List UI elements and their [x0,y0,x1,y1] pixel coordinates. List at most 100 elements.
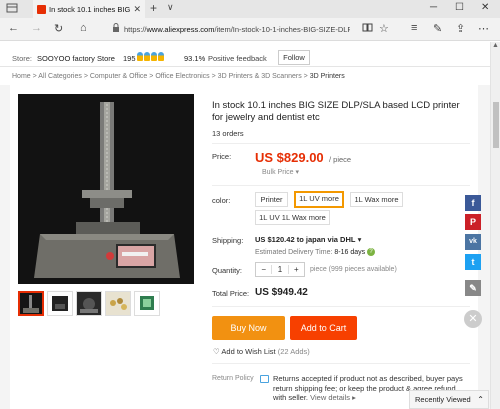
help-icon[interactable]: ? [367,248,376,256]
lock-icon [112,23,120,34]
store-name-link[interactable]: SOOYOO factory Store [37,54,115,63]
share-icon[interactable]: ⇪ [456,22,465,35]
breadcrumb-3d-printers-scanners[interactable]: 3D Printers & 3D Scanners [218,73,302,80]
price-value: US $829.00 [255,150,324,165]
maximize-button[interactable]: ☐ [455,2,464,13]
color-option-1l-wax-more[interactable]: 1L Wax more [350,192,403,207]
back-arrow-icon[interactable]: ← [8,22,19,34]
breadcrumb-separator: > [149,73,154,80]
edit-share-icon[interactable]: ✎ [465,280,481,296]
close-share-icon[interactable]: ✕ [464,310,482,328]
medal-icon [151,52,157,61]
tab-close-icon[interactable]: ✕ [133,4,141,15]
thumbnail-image[interactable] [76,291,102,316]
breadcrumb-all-categories[interactable]: All Categories [38,73,82,80]
url-path: /item/In-stock-10-1-inches-BIG-SIZE-DLP-… [214,25,350,34]
bulk-price-dropdown[interactable]: Bulk Price ▾ [262,168,299,176]
favorite-star-icon[interactable]: ☆ [379,22,389,35]
color-option-1l-uv-more[interactable]: 1L UV more [294,191,344,208]
notes-pen-icon[interactable]: ✎ [433,22,442,35]
divider [212,143,470,144]
breadcrumb-home[interactable]: Home [12,73,31,80]
quantity-input[interactable]: 1 [271,265,289,274]
quantity-decrease-button[interactable]: − [256,265,271,274]
thumbnail-image[interactable] [105,291,131,316]
wishlist-count: (22 Adds) [277,347,310,356]
follow-button[interactable]: Follow [278,50,310,65]
wishlist-label: Add to Wish List [221,347,276,356]
breadcrumb-separator: > [83,73,88,80]
total-price-label: Total Price: [212,289,250,298]
more-menu-icon[interactable]: ⋯ [478,22,489,35]
color-option-printer[interactable]: Printer [255,192,288,207]
tab-list-icon[interactable] [6,2,18,14]
thumbnail-image[interactable] [18,291,44,316]
price-label: Price: [212,152,232,161]
view-details-link[interactable]: View details ▸ [310,393,356,402]
scrollbar-thumb[interactable] [493,102,499,148]
divider [212,185,470,186]
facebook-share-icon[interactable]: f [465,195,481,211]
shipping-dropdown[interactable]: US $120.42 to japan via DHL ▾ [255,235,361,244]
reading-view-icon[interactable] [362,22,373,36]
quantity-available: piece (999 pieces available) [310,266,397,273]
add-to-cart-button[interactable]: Add to Cart [290,316,357,340]
twitter-share-icon[interactable]: t [465,254,481,270]
window-close-button[interactable]: ✕ [481,2,489,13]
tab-active[interactable]: In stock 10.1 inches BIG ✕ [33,0,145,18]
color-option-1l-uv-1l-wax-more[interactable]: 1L UV 1L Wax more [255,210,330,225]
home-icon[interactable]: ⌂ [80,22,87,34]
thumbnail-image[interactable] [47,291,73,316]
breadcrumb-separator: > [211,73,216,80]
store-score: 195 [123,54,136,63]
delivery-days: 8-16 days [334,248,366,256]
shipping-value: US $120.42 to japan via DHL [255,235,356,244]
return-policy-label: Return Policy [212,375,254,382]
forward-arrow-icon[interactable]: → [31,22,42,34]
new-tab-button[interactable]: + [150,1,157,15]
breadcrumb-separator: > [32,73,37,80]
breadcrumb-separator: > [303,73,308,80]
product-thumbnails [18,291,160,316]
divider [212,306,470,307]
add-to-wishlist-link[interactable]: ♡ Add to Wish List (22 Adds) [213,347,310,356]
aliexpress-favicon-icon [37,4,46,14]
positive-feedback-percent: 93.1% [184,54,206,63]
thumbnail-image[interactable] [134,291,160,316]
estimated-delivery: Estimated Delivery Time: 8-16 days ? [255,248,376,256]
product-main-image[interactable] [18,94,194,284]
recently-viewed-label: Recently Viewed [415,395,471,404]
price-unit: / piece [329,155,352,164]
breadcrumb-office-electronics[interactable]: Office Electronics [155,73,209,80]
store-rating-medals [137,52,164,61]
color-label: color: [212,196,231,205]
positive-feedback-label: Positive feedback [208,54,267,63]
shipping-label: Shipping: [212,236,244,245]
hub-icon[interactable]: ≡ [411,22,417,34]
recently-viewed-panel[interactable]: Recently Viewed ⌃ [409,390,489,409]
orders-count: 13 orders [212,129,244,138]
browser-tab-bar: In stock 10.1 inches BIG ✕ + ∨ ─ ☐ ✕ [0,0,500,18]
scroll-up-arrow-icon[interactable]: ▲ [492,42,499,49]
pinterest-share-icon[interactable]: P [465,214,481,230]
store-label: Store: [12,54,33,63]
page-scrollbar[interactable]: ▲ [490,42,500,409]
buy-now-button[interactable]: Buy Now [212,316,285,340]
address-bar[interactable]: https://www.aliexpress.com/item/In-stock… [124,25,350,34]
refresh-icon[interactable]: ↻ [54,22,63,35]
vk-share-icon[interactable]: vk [465,234,481,250]
tab-dropdown-icon[interactable]: ∨ [167,2,174,13]
browser-nav-bar: ← → ↻ ⌂ https://www.aliexpress.com/item/… [0,18,500,41]
product-title: In stock 10.1 inches BIG SIZE DLP/SLA ba… [212,100,460,123]
breadcrumb-3d-printers[interactable]: 3D Printers [310,73,345,80]
breadcrumb: Home > All Categories > Computer & Offic… [12,73,345,80]
url-prefix: https:// [124,25,147,34]
total-price-value: US $949.42 [255,287,308,298]
delivery-label: Estimated Delivery Time: [255,248,333,256]
quantity-increase-button[interactable]: + [289,265,304,274]
minimize-button[interactable]: ─ [430,2,437,13]
bulk-price-label: Bulk Price [262,169,294,176]
medal-icon [144,52,150,61]
breadcrumb-computer-office[interactable]: Computer & Office [90,73,147,80]
heart-icon: ♡ [213,347,220,356]
